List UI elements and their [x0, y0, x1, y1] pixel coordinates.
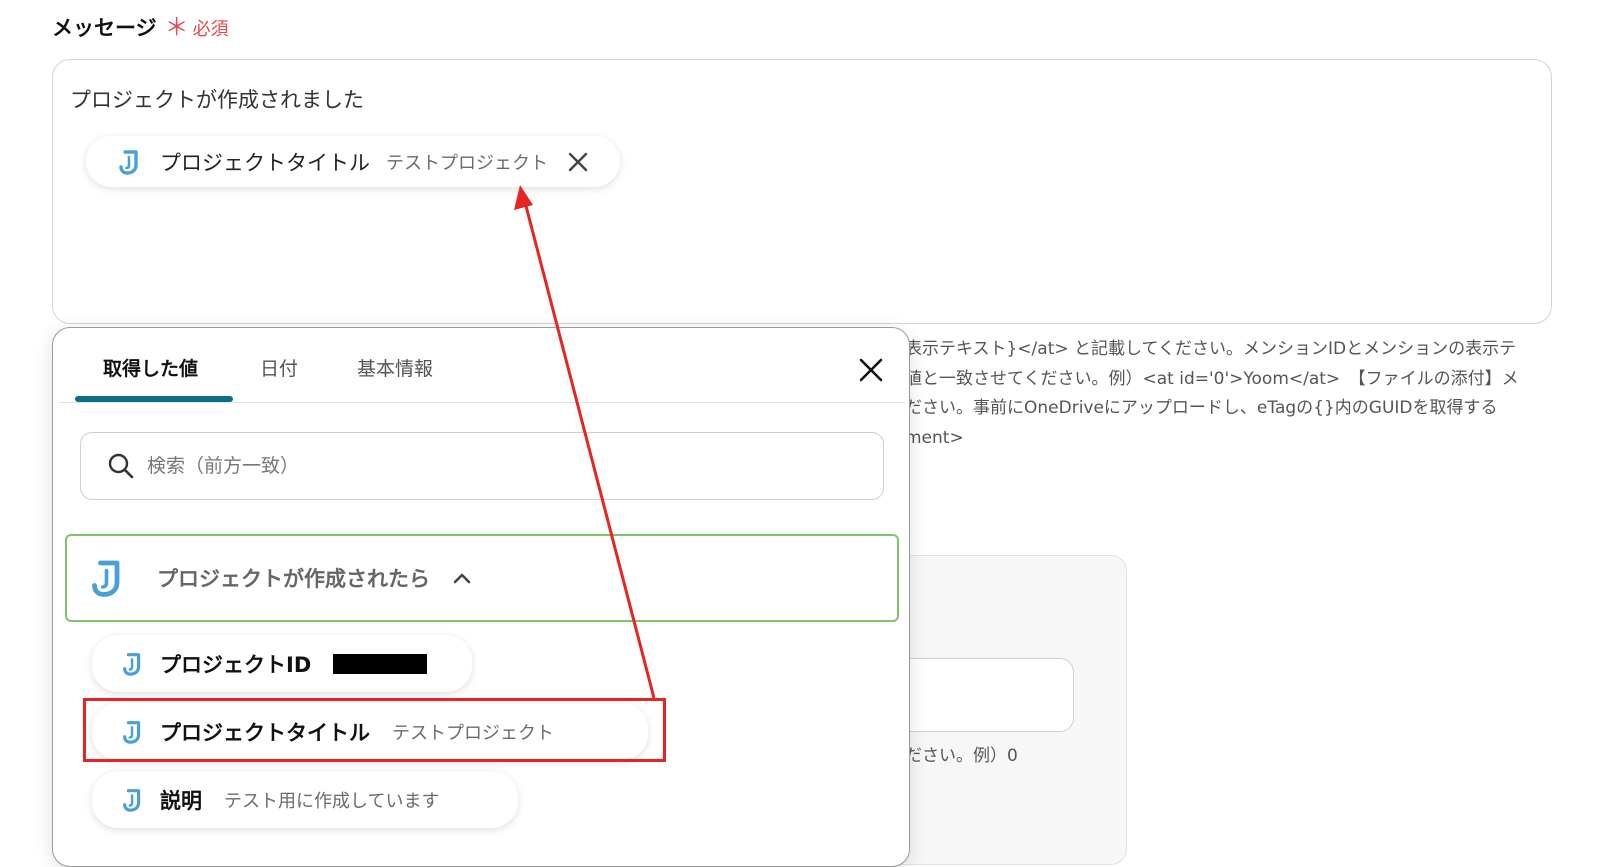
tab-acquired-values[interactable]: 取得した値	[103, 354, 198, 381]
close-icon[interactable]	[566, 150, 590, 174]
chevron-up-icon[interactable]	[452, 568, 472, 588]
value-item-project-id[interactable]: プロジェクトID	[92, 635, 472, 692]
jooto-logo-icon	[123, 652, 141, 676]
tab-divider	[59, 402, 905, 403]
search-icon	[108, 453, 134, 479]
required-text: 必須	[192, 19, 229, 40]
chip-value: テストプロジェクト	[386, 152, 548, 174]
message-variable-chip[interactable]: プロジェクトタイトル テストプロジェクト	[86, 136, 620, 187]
help-line: ださい。事前にOneDriveにアップロードし、eTagの{}内のGUIDを取得…	[905, 398, 1498, 418]
value-item-title: 説明	[160, 788, 202, 813]
jooto-logo-icon	[92, 560, 120, 597]
message-help-text: 表示テキスト}</at> と記載してください。メンションIDとメンションの表示テ…	[905, 335, 1565, 453]
redacted-value	[333, 653, 428, 674]
tab-date[interactable]: 日付	[260, 354, 298, 381]
message-field-label: メッセージ	[52, 16, 157, 40]
search-input[interactable]	[145, 454, 809, 478]
value-item-value: テスト用に作成しています	[224, 790, 440, 812]
jooto-logo-icon	[123, 788, 141, 812]
message-text: プロジェクトが作成されました	[70, 88, 364, 112]
help-line: 値と一致させてください。例）<at id='0'>Yoom</at> 【ファイル…	[905, 368, 1519, 389]
help-line: ment>	[905, 427, 964, 448]
help-line: 表示テキスト}</at> と記載してください。メンションIDとメンションの表示テ	[905, 339, 1517, 359]
value-item-title: プロジェクトID	[160, 652, 312, 677]
required-asterisk-icon: ＊	[164, 13, 189, 41]
trigger-group-label: プロジェクトが作成されたら	[157, 567, 430, 591]
message-field-label-row: メッセージ ＊ 必須	[52, 12, 229, 42]
value-item-description[interactable]: 説明 テスト用に作成しています	[92, 771, 518, 828]
chip-title: プロジェクトタイトル	[160, 150, 370, 175]
search-box[interactable]	[80, 432, 884, 500]
close-icon[interactable]	[853, 352, 889, 388]
background-input-help: ださい。例）0	[905, 746, 1018, 766]
trigger-group-header[interactable]: プロジェクトが作成されたら	[65, 534, 899, 622]
jooto-logo-icon	[119, 149, 138, 175]
annotation-highlight-box	[83, 698, 666, 762]
tab-basic-info[interactable]: 基本情報	[357, 354, 433, 381]
